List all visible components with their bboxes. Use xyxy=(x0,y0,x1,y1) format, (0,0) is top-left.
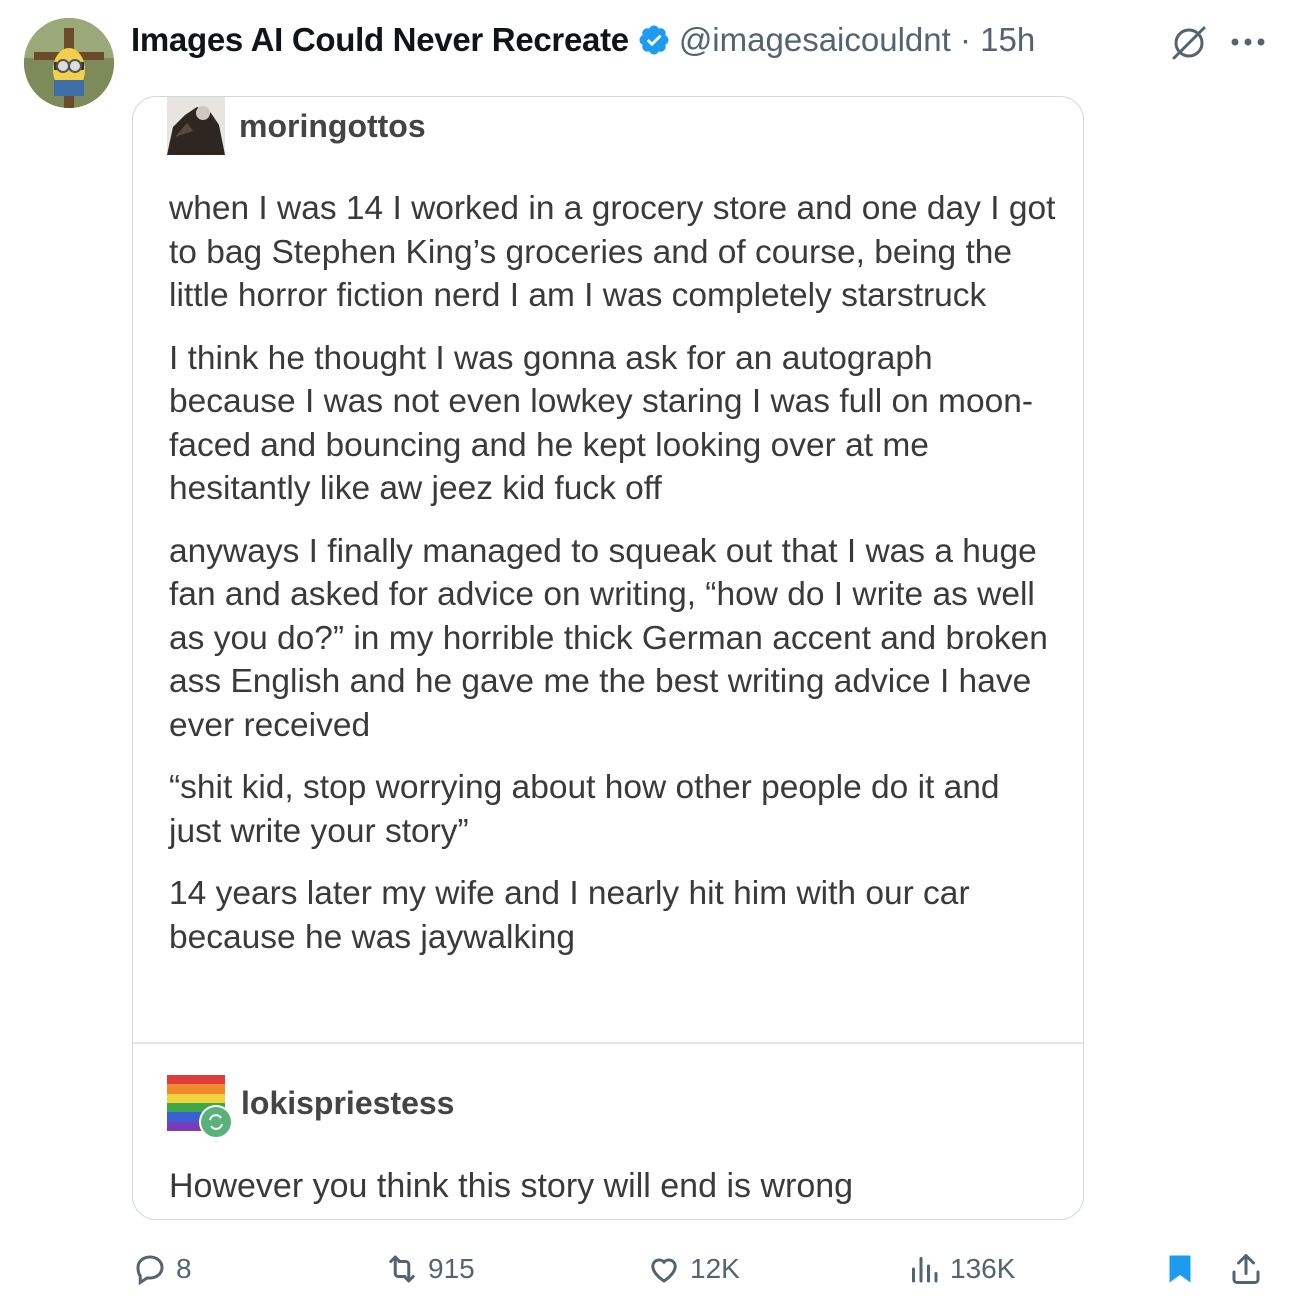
divider xyxy=(133,1042,1083,1044)
like-icon xyxy=(651,1258,677,1283)
share-icon xyxy=(1232,1254,1260,1284)
views-count: 136K xyxy=(950,1253,1016,1284)
reblog-badge-icon xyxy=(199,1105,233,1139)
reblog-text: However you think this story will end is… xyxy=(169,1167,854,1205)
post-paragraph: 14 years later my wife and I nearly hit … xyxy=(169,875,970,956)
handle-and-time[interactable]: @imagesaicouldnt · 15h xyxy=(679,21,1035,59)
reblog-header: lokispriestess xyxy=(167,1075,455,1139)
post-paragraph: “shit kid, stop worrying about how other… xyxy=(169,769,1000,850)
reply-button[interactable]: 8 xyxy=(132,1242,192,1296)
reply-count: 8 xyxy=(176,1253,192,1284)
grok-icon[interactable] xyxy=(1168,22,1210,64)
repost-icon xyxy=(389,1255,415,1283)
share-button[interactable] xyxy=(1228,1242,1272,1296)
reblog-username: lokispriestess xyxy=(241,1084,455,1121)
views-icon xyxy=(912,1257,938,1283)
reply-icon xyxy=(136,1255,164,1286)
original-post-header: moringottos xyxy=(167,97,426,155)
repost-button[interactable]: 915 xyxy=(384,1242,475,1296)
tweet-image[interactable]: moringottos when I was 14 I worked in a … xyxy=(132,96,1084,1220)
repost-count: 915 xyxy=(428,1253,475,1284)
post-paragraph: I think he thought I was gonna ask for a… xyxy=(169,339,1033,508)
post-paragraph: when I was 14 I worked in a grocery stor… xyxy=(169,190,1056,314)
verified-badge-icon xyxy=(639,25,669,55)
original-post-body: when I was 14 I worked in a grocery stor… xyxy=(169,187,1059,978)
more-icon[interactable] xyxy=(1226,28,1270,56)
original-post-avatar xyxy=(167,97,225,155)
post-paragraph: anyways I finally managed to squeak out … xyxy=(169,532,1048,744)
tweet-header: Images AI Could Never Recreate @imagesai… xyxy=(131,18,1035,62)
views-button[interactable]: 136K xyxy=(906,1242,1015,1296)
like-count: 12K xyxy=(690,1253,740,1284)
original-post-username: moringottos xyxy=(239,107,426,144)
action-bar: 8 915 12K 136K xyxy=(0,1242,1310,1296)
bookmark-icon xyxy=(1169,1255,1191,1283)
display-name[interactable]: Images AI Could Never Recreate xyxy=(131,21,629,59)
avatar[interactable] xyxy=(24,18,114,108)
reblog-avatar xyxy=(167,1075,233,1139)
bookmark-button[interactable] xyxy=(1162,1242,1206,1296)
like-button[interactable]: 12K xyxy=(646,1242,740,1296)
